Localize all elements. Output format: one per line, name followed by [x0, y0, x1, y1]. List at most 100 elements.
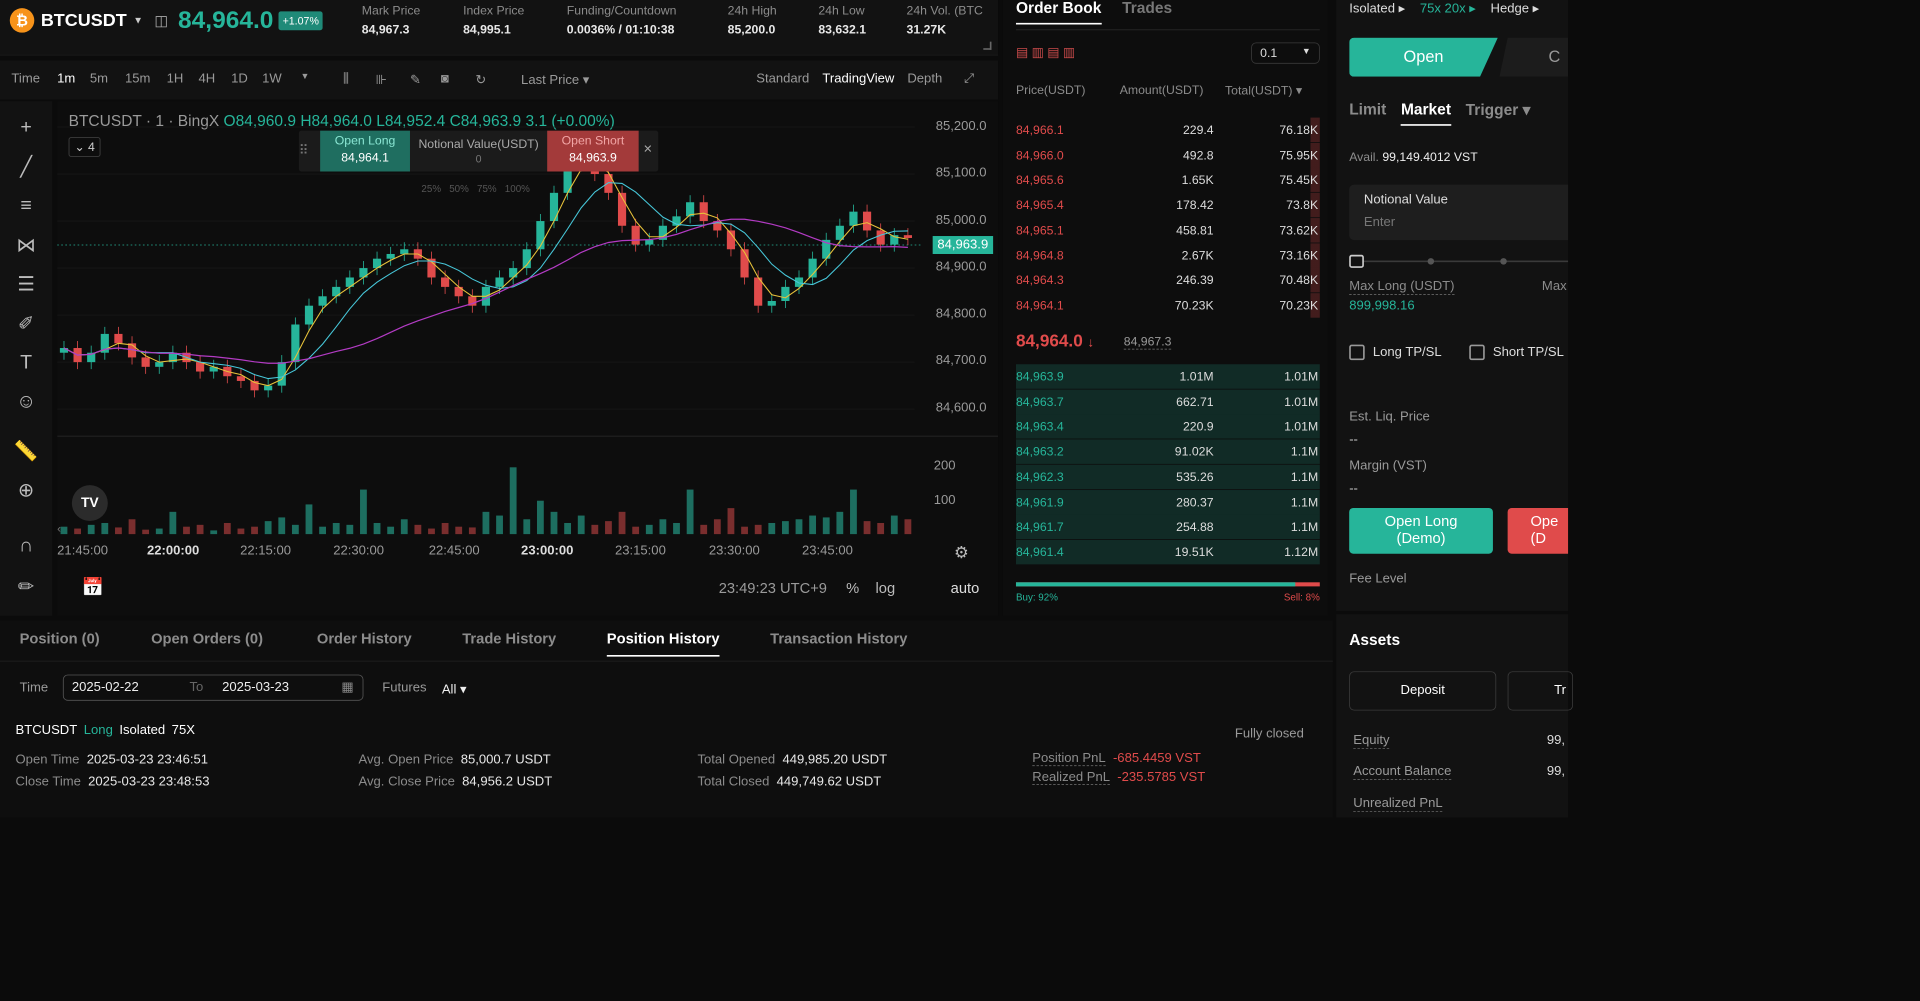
transfer-button[interactable]: Tr — [1507, 671, 1573, 711]
preset-25[interactable]: 25% — [421, 183, 441, 194]
margin-mode[interactable]: Isolated ▸ — [1349, 0, 1405, 16]
scale-percent[interactable]: % — [846, 580, 859, 597]
amount-slider[interactable] — [1349, 260, 1569, 263]
notional-input[interactable]: Notional Value(USDT) 0 — [412, 131, 546, 172]
book-layout-icons[interactable]: ▤▥▤▥ — [1016, 44, 1078, 60]
view-tradingview[interactable]: TradingView — [822, 72, 894, 87]
goto-date-icon[interactable]: 📅 — [82, 577, 104, 598]
order-type-market[interactable]: Market — [1400, 101, 1451, 126]
calendar-icon[interactable]: ▦ — [341, 679, 353, 695]
deposit-button[interactable]: Deposit — [1349, 671, 1497, 711]
fee-level[interactable]: Fee Level — [1349, 572, 1406, 587]
emoji-icon[interactable]: ☺ — [11, 387, 40, 416]
open-short-button[interactable]: Ope (D — [1507, 507, 1569, 554]
date-from[interactable]: 2025-02-22 — [72, 680, 139, 695]
interval-5m[interactable]: 5m — [90, 72, 108, 87]
indicators-icon[interactable]: ⫼ — [343, 72, 349, 87]
leverage[interactable]: 75x 20x ▸ — [1420, 0, 1476, 16]
view-standard[interactable]: Standard — [756, 72, 809, 87]
preset-50[interactable]: 50% — [449, 183, 469, 194]
slider-step-dot[interactable] — [1500, 258, 1507, 265]
fullscreen-icon[interactable]: ⤢ — [964, 72, 974, 87]
bid-row[interactable]: 84,962.3 535.26 1.1M — [1015, 464, 1320, 490]
tradingview-logo[interactable]: TV — [71, 485, 108, 522]
interval-1m[interactable]: 1m — [57, 72, 75, 87]
position-mode[interactable]: Hedge ▸ — [1491, 0, 1540, 16]
tab-positions[interactable]: Position (0) — [20, 630, 100, 647]
notional-value-input[interactable]: Notional Value Enter — [1349, 184, 1569, 241]
candle-type-icon[interactable]: ⊪ — [376, 72, 387, 88]
time-label[interactable]: Time — [11, 72, 40, 87]
short-tpsl-checkbox[interactable]: Short TP/SL — [1469, 344, 1564, 361]
ask-row[interactable]: 84,965.1 458.81 73.62K — [1015, 217, 1320, 243]
slider-handle[interactable] — [1349, 254, 1364, 268]
chart-settings-icon[interactable]: ⚙ — [954, 542, 969, 562]
tab-order-history[interactable]: Order History — [317, 630, 412, 647]
tab-order-book[interactable]: Order Book — [1015, 0, 1102, 25]
quick-open-short[interactable]: Open Short 84,963.9 — [547, 130, 639, 172]
tab-position-history[interactable]: Position History — [606, 630, 720, 657]
tab-transaction-history[interactable]: Transaction History — [770, 630, 907, 647]
ask-row[interactable]: 84,965.6 1.65K 75.45K — [1015, 167, 1320, 193]
bid-row[interactable]: 84,963.9 1.01M 1.01M — [1015, 364, 1320, 389]
text-icon[interactable]: T — [11, 348, 40, 377]
fib-icon[interactable]: ☰ — [11, 270, 40, 299]
crosshair-icon[interactable]: + — [11, 113, 40, 142]
chart-pane[interactable]: BTCUSDT · 1 · BingX O84,960.9 H84,964.0 … — [57, 101, 999, 616]
date-range-picker[interactable]: 2025-02-22 To 2025-03-23 ▦ — [62, 674, 364, 701]
zoom-in-icon[interactable]: ⊕ — [11, 475, 40, 504]
bid-row[interactable]: 84,961.4 19.51K 1.12M — [1015, 539, 1320, 565]
bid-row[interactable]: 84,963.7 662.71 1.01M — [1015, 389, 1320, 414]
resize-handle-icon[interactable] — [983, 41, 992, 50]
ask-row[interactable]: 84,966.1 229.4 76.18K — [1015, 117, 1320, 143]
preset-100[interactable]: 100% — [505, 183, 530, 194]
price-type-select[interactable]: Last Price ▾ — [521, 72, 589, 88]
symbol-selector[interactable]: ₿ BTCUSDT ▼ ◫ — [9, 8, 168, 33]
interval-1w[interactable]: 1W — [262, 72, 282, 87]
brush-icon[interactable]: ✐ — [11, 309, 40, 338]
refresh-icon[interactable]: ↻ — [475, 72, 486, 88]
open-long-button[interactable]: Open Long (Demo) — [1349, 507, 1493, 554]
slider-step-dot[interactable] — [1427, 258, 1435, 265]
tab-trade-history[interactable]: Trade History — [462, 630, 556, 647]
tab-close[interactable]: C — [1499, 37, 1569, 77]
bid-row[interactable]: 84,963.4 220.9 1.01M — [1015, 414, 1320, 439]
more-intervals-icon[interactable]: ▼ — [301, 72, 310, 82]
order-type-trigger[interactable]: Trigger ▾ — [1466, 101, 1531, 126]
preset-75[interactable]: 75% — [477, 183, 497, 194]
order-type-limit[interactable]: Limit — [1349, 101, 1386, 126]
tab-open-orders[interactable]: Open Orders (0) — [151, 630, 263, 647]
scroll-left-icon[interactable]: ‹ — [57, 522, 61, 535]
quick-open-long[interactable]: Open Long 84,964.1 — [320, 130, 410, 172]
magnet-icon[interactable]: ∩ — [11, 531, 40, 560]
ask-row[interactable]: 84,964.3 246.39 70.48K — [1015, 268, 1320, 293]
scale-auto[interactable]: auto — [951, 580, 980, 597]
bid-row[interactable]: 84,961.9 280.37 1.1M — [1015, 489, 1320, 515]
bid-row[interactable]: 84,961.7 254.88 1.1M — [1015, 514, 1320, 540]
ask-row[interactable]: 84,965.4 178.42 73.8K — [1015, 192, 1320, 218]
lock-draw-icon[interactable]: ✏ — [11, 572, 40, 601]
ask-row[interactable]: 84,964.1 70.23K 70.23K — [1015, 293, 1320, 318]
precision-select[interactable]: 0.1 ▼ — [1251, 42, 1320, 64]
date-to[interactable]: 2025-03-23 — [222, 680, 289, 695]
interval-15m[interactable]: 15m — [125, 72, 150, 87]
caret-down-icon[interactable]: ▼ — [133, 15, 143, 26]
futures-filter-select[interactable]: All ▾ — [442, 681, 467, 697]
tab-trades[interactable]: Trades — [1122, 0, 1172, 18]
ask-row[interactable]: 84,964.8 2.67K 73.16K — [1015, 242, 1320, 268]
ask-row[interactable]: 84,966.0 492.8 75.95K — [1015, 142, 1320, 168]
pattern-icon[interactable]: ⋈ — [11, 230, 40, 259]
view-depth[interactable]: Depth — [907, 72, 942, 87]
horizontal-lines-icon[interactable]: ≡ — [11, 191, 40, 220]
scale-log[interactable]: log — [876, 580, 896, 597]
edit-icon[interactable]: ✎ — [410, 72, 421, 88]
long-tpsl-checkbox[interactable]: Long TP/SL — [1349, 344, 1442, 361]
interval-4h[interactable]: 4H — [198, 72, 215, 87]
ruler-icon[interactable]: 📏 — [11, 436, 40, 465]
tab-open[interactable]: Open — [1349, 37, 1498, 77]
interval-1h[interactable]: 1H — [167, 72, 184, 87]
camera-icon[interactable]: ◙ — [441, 72, 449, 87]
interval-1d[interactable]: 1D — [231, 72, 248, 87]
close-icon[interactable]: × — [644, 140, 653, 157]
drag-icon[interactable]: ⠿ — [299, 142, 309, 158]
